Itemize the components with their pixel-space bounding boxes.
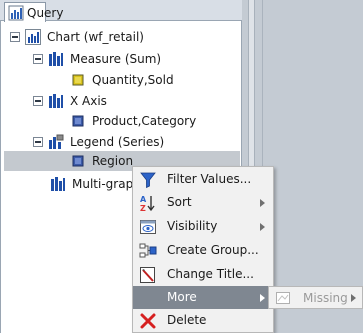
tree-node-multigraph[interactable]: Multi-graph <box>50 174 141 194</box>
tab-query-label: Query <box>27 5 64 20</box>
query-chart-icon <box>8 5 24 20</box>
menu-item-create-group[interactable]: Create Group... <box>133 239 273 262</box>
menu-item-more[interactable]: More <box>133 286 273 309</box>
tree-node-chart-label: Chart (wf_retail) <box>47 30 144 44</box>
sort-az-icon: A Z <box>140 195 155 212</box>
menu-item-label: More <box>167 290 197 304</box>
tree-node-xaxis-label: X Axis <box>70 94 107 108</box>
tree-node-legend-label: Legend (Series) <box>70 135 165 149</box>
tree-node-measure-label: Measure (Sum) <box>70 52 162 66</box>
collapse-toggle-icon[interactable] <box>33 96 43 106</box>
tree-node-quantity-sold[interactable]: Quantity,Sold <box>70 70 174 90</box>
menu-item-sort[interactable]: A Z Sort <box>133 191 273 214</box>
context-menu: Filter Values... A Z Sort Visibility Cre… <box>132 166 274 333</box>
submenu-item-missing[interactable]: Missing <box>303 291 348 305</box>
menu-item-label: Create Group... <box>167 243 259 257</box>
tree-node-region[interactable]: Region <box>70 151 133 171</box>
tree-node-product-category-label: Product,Category <box>92 114 197 128</box>
submenu-arrow-icon <box>260 223 265 231</box>
xaxis-bars-icon <box>49 94 63 108</box>
tree-node-xaxis[interactable]: X Axis <box>33 91 107 111</box>
tree-node-product-category[interactable]: Product,Category <box>70 111 196 131</box>
group-icon <box>139 243 157 258</box>
tree-node-measure[interactable]: Measure (Sum) <box>33 49 161 69</box>
menu-item-visibility[interactable]: Visibility <box>133 215 273 238</box>
multigraph-bars-icon <box>51 177 65 191</box>
delete-x-icon <box>140 313 156 329</box>
legend-icon <box>49 134 64 149</box>
tree-node-chart[interactable]: Chart (wf_retail) <box>10 27 144 47</box>
menu-item-delete[interactable]: Delete <box>133 309 273 332</box>
dimension-field-icon <box>72 115 84 127</box>
menu-item-label: Filter Values... <box>167 172 252 186</box>
svg-text:A: A <box>140 195 147 204</box>
menu-item-label: Delete <box>167 313 207 327</box>
more-submenu: Missing <box>268 286 363 309</box>
svg-text:Z: Z <box>140 204 146 212</box>
menu-item-label: Change Title... <box>167 267 254 281</box>
collapse-toggle-icon[interactable] <box>33 54 43 64</box>
menu-item-label: Sort <box>167 195 192 209</box>
panel-border <box>0 21 1 333</box>
submenu-arrow-icon <box>351 294 356 302</box>
visibility-icon <box>140 220 156 234</box>
funnel-icon <box>140 172 156 189</box>
menu-item-filter-values[interactable]: Filter Values... <box>133 168 273 191</box>
edit-title-icon <box>140 267 155 283</box>
menu-item-label: Visibility <box>167 219 218 233</box>
tab-query[interactable]: Query <box>4 2 63 22</box>
tree-node-quantity-sold-label: Quantity,Sold <box>92 73 174 87</box>
collapse-toggle-icon[interactable] <box>10 32 20 42</box>
menu-item-change-title[interactable]: Change Title... <box>133 263 273 286</box>
submenu-arrow-icon <box>260 199 265 207</box>
chart-icon <box>25 29 41 45</box>
tree-node-region-label: Region <box>92 154 134 168</box>
missing-data-icon <box>276 292 290 304</box>
tree-node-multigraph-label: Multi-graph <box>72 177 141 191</box>
dimension-field-icon <box>72 155 84 167</box>
collapse-toggle-icon[interactable] <box>33 137 43 147</box>
measure-field-icon <box>72 74 84 86</box>
measure-bars-icon <box>49 52 63 66</box>
tree-node-legend[interactable]: Legend (Series) <box>33 132 164 152</box>
submenu-arrow-icon <box>260 294 265 302</box>
